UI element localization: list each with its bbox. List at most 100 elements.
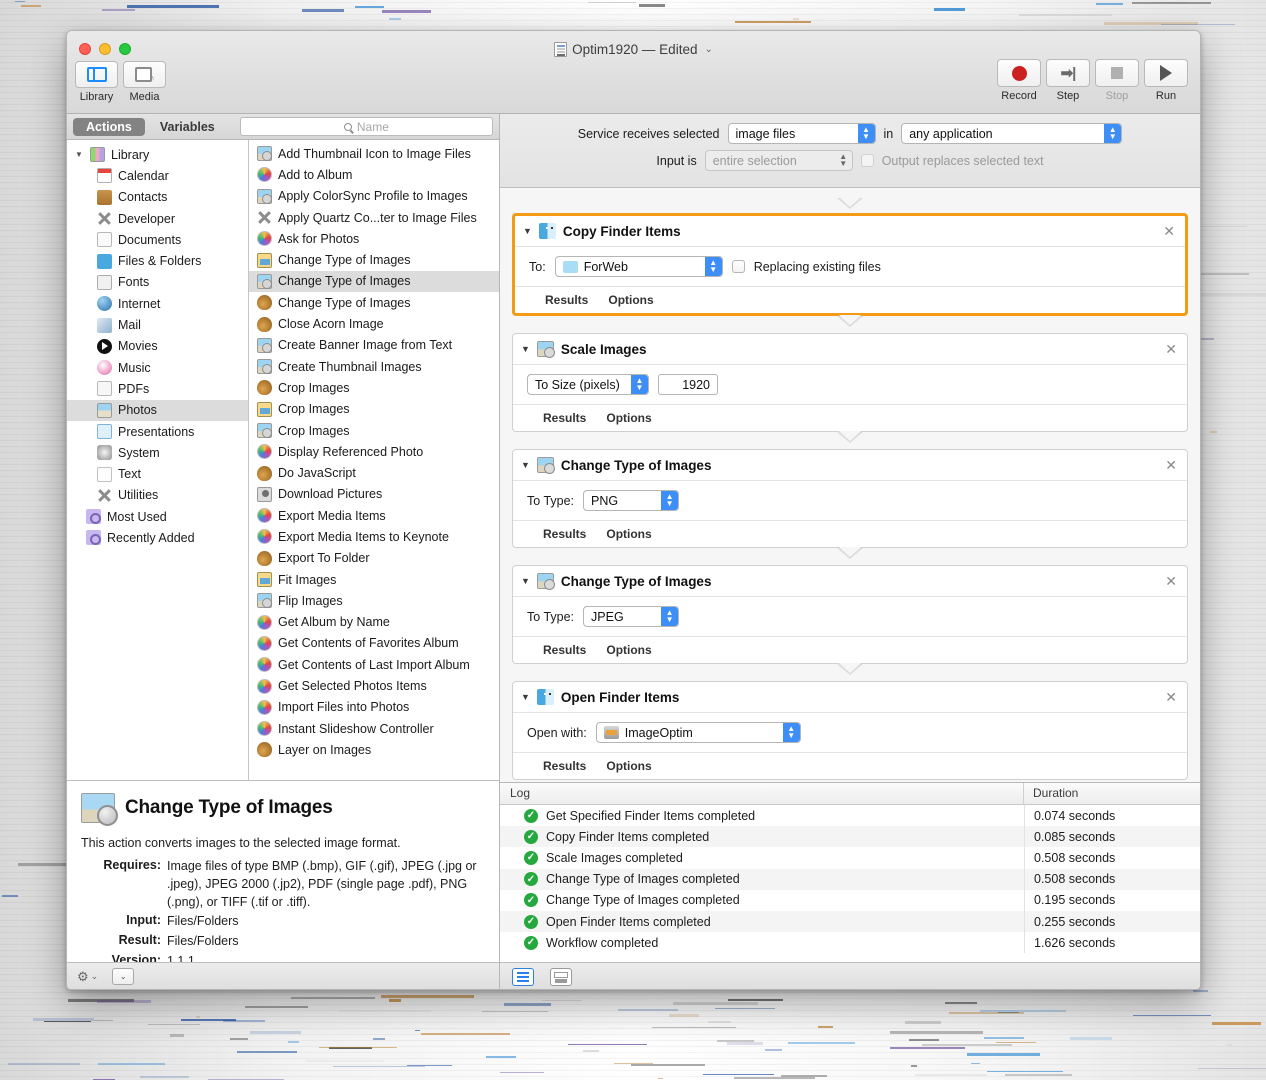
replacing-existing-files-checkbox[interactable] [732, 260, 745, 273]
sidebar-item-contacts[interactable]: Contacts [67, 187, 248, 208]
sidebar-item-documents[interactable]: Documents [67, 229, 248, 250]
sidebar-item-library[interactable]: ▼Library [67, 144, 248, 165]
action-list-item[interactable]: Import Files into Photos [249, 697, 499, 718]
sidebar-item-photos[interactable]: Photos [67, 400, 248, 421]
sidebar-item-files-folders[interactable]: Files & Folders [67, 250, 248, 271]
disclosure-triangle-icon[interactable]: ▼ [521, 692, 530, 702]
library-toolbar-button[interactable]: Library [75, 61, 118, 103]
search-input[interactable]: Name [240, 117, 493, 136]
record-button[interactable]: Record [997, 59, 1041, 102]
action-list-item[interactable]: Flip Images [249, 590, 499, 611]
action-list-item[interactable]: Get Contents of Favorites Album [249, 633, 499, 654]
disclosure-triangle-icon[interactable]: ▼ [521, 460, 530, 470]
sidebar-item-calendar[interactable]: Calendar [67, 165, 248, 186]
log-view-button[interactable] [512, 968, 534, 986]
workflow-action[interactable]: ▼Open Finder Items✕Open with:ImageOptim▲… [512, 681, 1188, 780]
action-list-item[interactable]: Download Pictures [249, 484, 499, 505]
log-row[interactable]: ✓Change Type of Images completed0.195 se… [500, 890, 1200, 911]
close-icon[interactable]: ✕ [1163, 224, 1175, 238]
workflow-tab-results[interactable]: Results [543, 411, 586, 425]
workflow-tab-options[interactable]: Options [606, 643, 651, 657]
application-popup[interactable]: any application ▲▼ [901, 123, 1122, 144]
action-list-item[interactable]: Get Album by Name [249, 612, 499, 633]
close-icon[interactable]: ✕ [1165, 458, 1177, 472]
workflow-canvas[interactable]: ▼Copy Finder Items✕To:ForWeb▲▼Replacing … [500, 188, 1200, 782]
disclosure-triangle-icon[interactable]: ▼ [521, 576, 530, 586]
tab-variables[interactable]: Variables [147, 118, 228, 136]
action-list-item[interactable]: Add Thumbnail Icon to Image Files [249, 143, 499, 164]
workflow-param-popup[interactable]: ForWeb▲▼ [555, 256, 723, 277]
action-list-item[interactable]: Create Banner Image from Text [249, 335, 499, 356]
action-list-item[interactable]: Get Selected Photos Items [249, 675, 499, 696]
workflow-action[interactable]: ▼Scale Images✕To Size (pixels)▲▼1920Resu… [512, 333, 1188, 432]
log-row[interactable]: ✓Change Type of Images completed0.508 se… [500, 869, 1200, 890]
action-list-item[interactable]: Display Referenced Photo [249, 441, 499, 462]
workflow-tab-options[interactable]: Options [606, 527, 651, 541]
workflow-param-popup[interactable]: PNG▲▼ [583, 490, 679, 511]
sidebar-item-developer[interactable]: Developer [67, 208, 248, 229]
workflow-tab-options[interactable]: Options [606, 759, 651, 773]
close-icon[interactable]: ✕ [1165, 690, 1177, 704]
workflow-action[interactable]: ▼Change Type of Images✕To Type:JPEG▲▼Res… [512, 565, 1188, 664]
sidebar-item-text[interactable]: Text [67, 463, 248, 484]
log-row[interactable]: ✓Get Specified Finder Items completed0.0… [500, 805, 1200, 826]
action-list-item[interactable]: Get Contents of Last Import Album [249, 654, 499, 675]
description-toggle-button[interactable]: ⌄ [112, 968, 134, 985]
log-row[interactable]: ✓Scale Images completed0.508 seconds [500, 847, 1200, 868]
disclosure-triangle-icon[interactable]: ▼ [75, 150, 84, 159]
action-list-item[interactable]: Export Media Items [249, 505, 499, 526]
action-list-item[interactable]: Add to Album [249, 164, 499, 185]
action-list-item[interactable]: Create Thumbnail Images [249, 356, 499, 377]
input-type-popup[interactable]: image files ▲▼ [728, 123, 876, 144]
action-list-item[interactable]: Apply ColorSync Profile to Images [249, 186, 499, 207]
step-button[interactable]: ➡| Step [1046, 59, 1090, 102]
close-icon[interactable]: ✕ [1165, 574, 1177, 588]
log-column-duration[interactable]: Duration [1024, 783, 1200, 804]
sidebar-item-presentations[interactable]: Presentations [67, 421, 248, 442]
action-list-item[interactable]: Change Type of Images [249, 271, 499, 292]
disclosure-triangle-icon[interactable]: ▼ [521, 344, 530, 354]
action-list-item[interactable]: Export To Folder [249, 548, 499, 569]
action-list-item[interactable]: Apply Quartz Co...ter to Image Files [249, 207, 499, 228]
log-row[interactable]: ✓Workflow completed1.626 seconds [500, 932, 1200, 953]
workflow-param-popup[interactable]: JPEG▲▼ [583, 606, 679, 627]
sidebar-item-music[interactable]: Music [67, 357, 248, 378]
action-list-item[interactable]: Crop Images [249, 377, 499, 398]
action-list-item[interactable]: Fit Images [249, 569, 499, 590]
workflow-tab-options[interactable]: Options [606, 411, 651, 425]
title-chevron-down-icon[interactable]: ⌄ [704, 44, 712, 55]
log-row[interactable]: ✓Copy Finder Items completed0.085 second… [500, 826, 1200, 847]
workflow-tab-results[interactable]: Results [543, 527, 586, 541]
action-list-item[interactable]: Do JavaScript [249, 462, 499, 483]
workflow-tab-results[interactable]: Results [543, 643, 586, 657]
log-column-message[interactable]: Log [500, 783, 1024, 804]
run-button[interactable]: Run [1144, 59, 1188, 102]
sidebar-item-recently-added[interactable]: Recently Added [67, 527, 248, 548]
workflow-action[interactable]: ▼Change Type of Images✕To Type:PNG▲▼Resu… [512, 449, 1188, 548]
action-list-item[interactable]: Ask for Photos [249, 228, 499, 249]
split-view-button[interactable] [550, 968, 572, 986]
sidebar-item-mail[interactable]: Mail [67, 314, 248, 335]
workflow-tab-results[interactable]: Results [543, 759, 586, 773]
action-list-item[interactable]: Change Type of Images [249, 249, 499, 270]
sidebar-item-most-used[interactable]: Most Used [67, 506, 248, 527]
media-toolbar-button[interactable]: Media [123, 61, 166, 103]
disclosure-triangle-icon[interactable]: ▼ [523, 226, 532, 236]
workflow-param-popup[interactable]: ImageOptim▲▼ [596, 722, 801, 743]
sidebar-item-utilities[interactable]: Utilities [67, 485, 248, 506]
workflow-tab-results[interactable]: Results [545, 293, 588, 307]
sidebar-item-internet[interactable]: Internet [67, 293, 248, 314]
action-list-item[interactable]: Crop Images [249, 399, 499, 420]
scale-size-input[interactable]: 1920 [658, 374, 718, 395]
workflow-param-popup[interactable]: To Size (pixels)▲▼ [527, 374, 649, 395]
sidebar-item-pdfs[interactable]: PDFs [67, 378, 248, 399]
workflow-tab-options[interactable]: Options [608, 293, 653, 307]
action-list-item[interactable]: Instant Slideshow Controller [249, 718, 499, 739]
close-icon[interactable]: ✕ [1165, 342, 1177, 356]
action-list[interactable]: Add Thumbnail Icon to Image FilesAdd to … [249, 140, 499, 780]
action-list-item[interactable]: Crop Images [249, 420, 499, 441]
library-category-tree[interactable]: ▼LibraryCalendarContactsDeveloperDocumen… [67, 140, 249, 780]
gear-menu-button[interactable]: ⚙ ⌄ [77, 969, 98, 985]
sidebar-item-fonts[interactable]: Fonts [67, 272, 248, 293]
workflow-action[interactable]: ▼Copy Finder Items✕To:ForWeb▲▼Replacing … [512, 213, 1188, 316]
